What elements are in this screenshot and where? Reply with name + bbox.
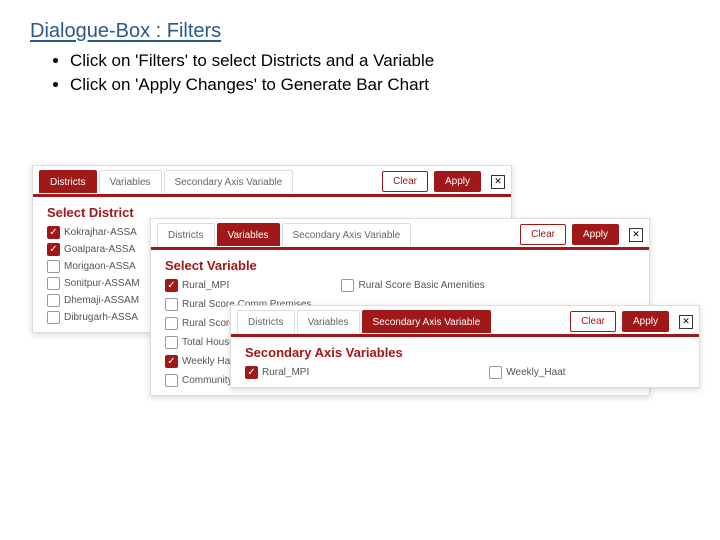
checkbox-icon xyxy=(165,298,178,311)
tab-variables[interactable]: Variables xyxy=(297,310,360,333)
checkbox-icon xyxy=(47,294,60,307)
apply-button[interactable]: Apply xyxy=(622,311,669,332)
close-icon[interactable]: ✕ xyxy=(679,315,693,329)
checkbox-icon xyxy=(165,374,178,387)
checkbox-row[interactable]: Rural Score Basic Amenities xyxy=(341,279,484,292)
checkbox-icon xyxy=(165,355,178,368)
checkbox-label: Weekly_Haat xyxy=(506,367,565,378)
close-icon[interactable]: ✕ xyxy=(491,175,505,189)
checkbox-label: Rural_MPI xyxy=(262,367,309,378)
checkbox-icon xyxy=(47,226,60,239)
clear-button[interactable]: Clear xyxy=(570,311,616,332)
checkbox-icon xyxy=(165,317,178,330)
tab-bar: Districts Variables Secondary Axis Varia… xyxy=(151,219,649,250)
clear-button[interactable]: Clear xyxy=(520,224,566,245)
tab-bar: Districts Variables Secondary Axis Varia… xyxy=(231,306,699,337)
checkbox-icon xyxy=(47,260,60,273)
section-title: Select Variable xyxy=(151,250,649,277)
tab-variables[interactable]: Variables xyxy=(217,223,280,246)
checkbox-row[interactable]: Rural_MPI xyxy=(165,279,311,292)
bullet-item: Click on 'Apply Changes' to Generate Bar… xyxy=(70,73,690,97)
tab-secondary[interactable]: Secondary Axis Variable xyxy=(362,310,492,333)
checkbox-icon xyxy=(489,366,502,379)
checkbox-icon xyxy=(47,311,60,324)
checkbox-row[interactable]: Rural_MPI xyxy=(245,366,309,379)
close-icon[interactable]: ✕ xyxy=(629,228,643,242)
checkbox-label: Sonitpur-ASSAM xyxy=(64,278,140,289)
checkbox-label: Morigaon-ASSA xyxy=(64,261,136,272)
clear-button[interactable]: Clear xyxy=(382,171,428,192)
checkbox-label: Rural Score Basic Amenities xyxy=(358,280,484,291)
checkbox-icon xyxy=(47,277,60,290)
apply-button[interactable]: Apply xyxy=(434,171,481,192)
page-title: Dialogue-Box : Filters xyxy=(30,20,690,43)
section-title: Secondary Axis Variables xyxy=(231,337,699,364)
checkbox-label: Dibrugarh-ASSA xyxy=(64,312,138,323)
dialog-secondary: Districts Variables Secondary Axis Varia… xyxy=(230,305,700,388)
tab-secondary[interactable]: Secondary Axis Variable xyxy=(164,170,294,193)
apply-button[interactable]: Apply xyxy=(572,224,619,245)
tab-bar: Districts Variables Secondary Axis Varia… xyxy=(33,166,511,197)
checkbox-icon xyxy=(165,336,178,349)
bullet-item: Click on 'Filters' to select Districts a… xyxy=(70,49,690,73)
tab-districts[interactable]: Districts xyxy=(237,310,295,333)
tab-secondary[interactable]: Secondary Axis Variable xyxy=(282,223,412,246)
checkbox-label: Kokrajhar-ASSA xyxy=(64,227,137,238)
checkbox-icon xyxy=(47,243,60,256)
tab-districts[interactable]: Districts xyxy=(157,223,215,246)
checkbox-row[interactable]: Weekly_Haat xyxy=(489,366,565,379)
tab-districts[interactable]: Districts xyxy=(39,170,97,193)
checkbox-icon xyxy=(165,279,178,292)
instruction-list: Click on 'Filters' to select Districts a… xyxy=(30,49,690,97)
checkbox-icon xyxy=(245,366,258,379)
checkbox-icon xyxy=(341,279,354,292)
tab-variables[interactable]: Variables xyxy=(99,170,162,193)
checkbox-label: Rural_MPI xyxy=(182,280,229,291)
checkbox-label: Goalpara-ASSA xyxy=(64,244,135,255)
checkbox-label: Dhemaji-ASSAM xyxy=(64,295,139,306)
